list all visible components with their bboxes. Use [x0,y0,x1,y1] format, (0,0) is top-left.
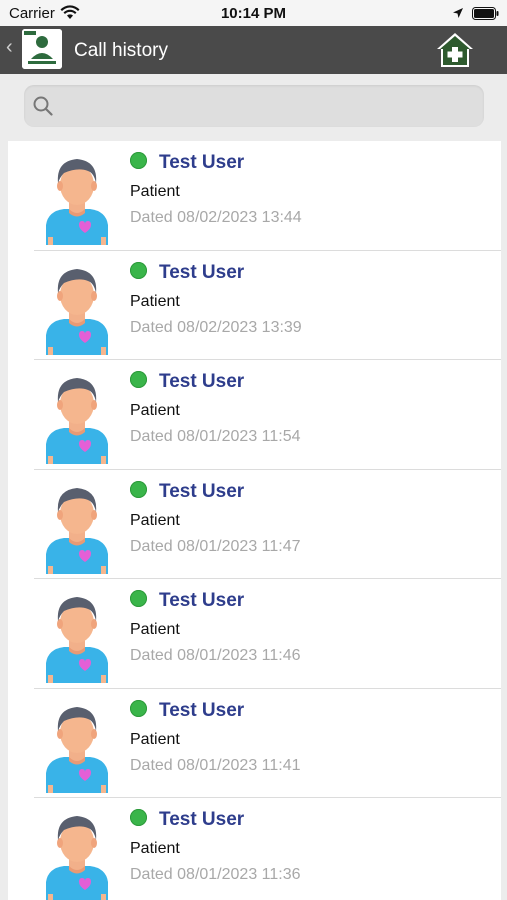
caller-role: Patient [130,621,180,638]
online-status-icon [130,480,147,498]
app-logo [22,29,62,69]
call-history-list: Test User Patient Dated 08/02/2023 13:44… [8,141,501,900]
call-date: Dated 08/01/2023 11:41 [130,756,301,774]
search-bar[interactable] [24,85,484,127]
caller-role: Patient [130,840,180,857]
caller-name: Test User [159,480,245,502]
call-date: Dated 08/01/2023 11:36 [130,866,301,883]
call-date: Dated 08/01/2023 11:47 [130,537,301,555]
status-bar: Carrier 10:14 PM [0,0,507,26]
caller-role: Patient [130,402,180,419]
caller-name: Test User [159,699,245,721]
caller-role: Patient [130,183,180,200]
location-icon [453,8,463,18]
user-avatar-icon [46,487,108,574]
caller-name: Test User [159,590,245,611]
caller-name: Test User [159,261,245,283]
user-avatar-icon [46,268,108,355]
call-row[interactable]: Test User Patient Dated 08/01/2023 11:41 [8,689,501,799]
call-date: Dated 08/01/2023 11:54 [130,428,301,445]
back-chevron-icon[interactable]: ‹ [6,36,13,59]
online-status-icon [130,261,147,279]
navigation-bar: ‹ Call history [0,26,507,74]
online-status-icon [130,152,147,169]
user-avatar-icon [46,159,108,245]
battery-icon [472,7,499,20]
call-row[interactable]: Test User Patient Dated 08/01/2023 11:36 [8,798,501,900]
caller-role: Patient [130,730,180,748]
user-avatar-icon [46,706,108,793]
caller-role: Patient [130,511,180,529]
online-status-icon [130,590,147,607]
caller-name: Test User [159,371,245,392]
user-avatar-icon [46,378,108,464]
online-status-icon [130,371,147,388]
call-row[interactable]: Test User Patient Dated 08/01/2023 11:46 [8,579,501,689]
user-avatar-icon [46,816,108,900]
caller-name: Test User [159,152,245,173]
status-time: 10:14 PM [220,5,287,22]
online-status-icon [130,699,147,717]
call-row[interactable]: Test User Patient Dated 08/01/2023 11:47 [8,470,501,580]
home-plus-icon[interactable] [434,30,476,70]
call-row[interactable]: Test User Patient Dated 08/02/2023 13:44 [8,141,501,251]
caller-name: Test User [159,809,245,830]
page-title: Call history [74,40,168,61]
call-date: Dated 08/02/2023 13:39 [130,318,302,336]
user-avatar-icon [46,597,108,683]
doctor-logo-icon [22,29,62,69]
call-date: Dated 08/02/2023 13:44 [130,209,302,226]
call-date: Dated 08/01/2023 11:46 [130,647,301,664]
search-icon [33,96,53,116]
call-row[interactable]: Test User Patient Dated 08/01/2023 11:54 [8,360,501,470]
call-row[interactable]: Test User Patient Dated 08/02/2023 13:39 [8,251,501,361]
online-status-icon [130,809,147,826]
caller-role: Patient [130,292,180,310]
search-input[interactable] [64,91,468,123]
